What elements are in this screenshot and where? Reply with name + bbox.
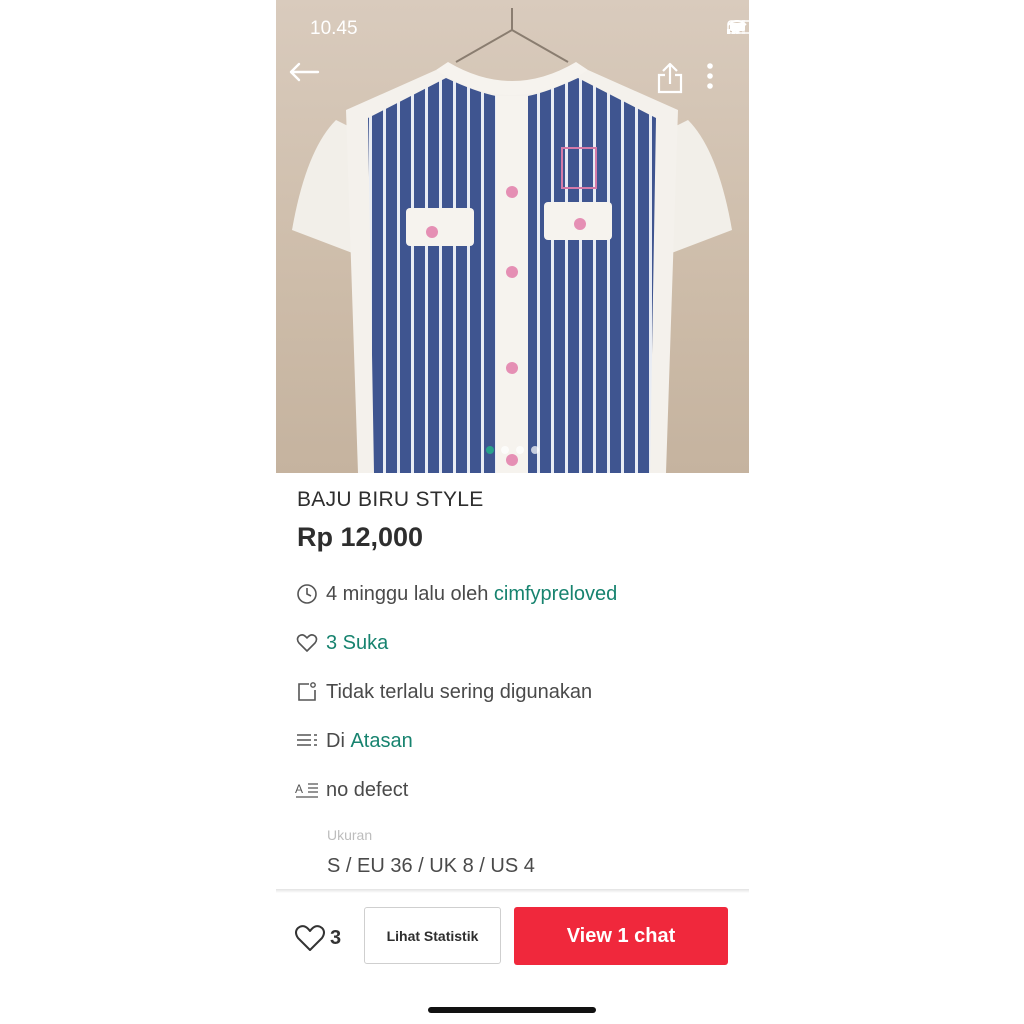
description-icon: A xyxy=(294,777,320,803)
back-button[interactable] xyxy=(288,62,324,98)
more-options-button[interactable] xyxy=(706,62,730,102)
condition-text: Tidak terlalu sering digunakan xyxy=(326,680,593,703)
posted-info-row: 4 minggu lalu oleh cimfypreloved xyxy=(294,579,617,609)
category-link[interactable]: Atasan xyxy=(350,730,412,753)
category-icon xyxy=(294,728,320,754)
description-text: no defect xyxy=(326,778,409,801)
product-image-carousel[interactable]: 10.45 xyxy=(276,0,749,473)
product-title: BAJU BIRU STYLE xyxy=(297,488,484,511)
posted-time-text: 4 minggu lalu oleh xyxy=(326,582,494,605)
product-price: Rp 12,000 xyxy=(297,522,424,552)
more-vertical-icon xyxy=(707,63,713,89)
carousel-dot[interactable] xyxy=(501,446,509,454)
likes-link[interactable]: 3 Suka xyxy=(326,632,388,655)
category-row: Di Atasan xyxy=(294,726,413,756)
back-arrow-icon xyxy=(289,62,320,82)
home-indicator[interactable] xyxy=(428,1007,596,1013)
like-button[interactable]: 3 xyxy=(294,921,341,955)
view-statistics-button[interactable]: Lihat Statistik xyxy=(364,907,501,964)
size-value: S / EU 36 / UK 8 / US 4 xyxy=(327,855,535,877)
bottom-bar-divider xyxy=(276,889,749,893)
like-count: 3 xyxy=(330,926,342,949)
description-row: A no defect xyxy=(294,775,408,805)
heart-icon xyxy=(295,925,325,951)
heart-icon xyxy=(294,630,320,656)
battery-icon xyxy=(727,20,749,34)
carousel-dot[interactable] xyxy=(516,446,524,454)
phone-screen: 10.45 BAJU BIRU STYLE Rp 12,000 4 minggu… xyxy=(276,0,749,1024)
category-prefix: Di xyxy=(326,729,351,752)
carousel-indicator xyxy=(276,446,749,454)
status-time: 10.45 xyxy=(310,18,358,39)
clock-icon xyxy=(294,581,320,607)
share-icon xyxy=(657,62,683,94)
view-chat-button[interactable]: View 1 chat xyxy=(514,907,728,965)
condition-row: Tidak terlalu sering digunakan xyxy=(294,677,592,707)
status-bar: 10.45 xyxy=(276,0,749,56)
share-button[interactable] xyxy=(656,62,692,102)
condition-icon xyxy=(294,679,320,705)
seller-link[interactable]: cimfypreloved xyxy=(494,583,617,606)
size-label: Ukuran xyxy=(327,827,373,843)
svg-text:A: A xyxy=(295,782,303,796)
carousel-dot[interactable] xyxy=(486,446,494,454)
carousel-dot[interactable] xyxy=(531,446,539,454)
likes-row[interactable]: 3 Suka xyxy=(294,628,388,658)
